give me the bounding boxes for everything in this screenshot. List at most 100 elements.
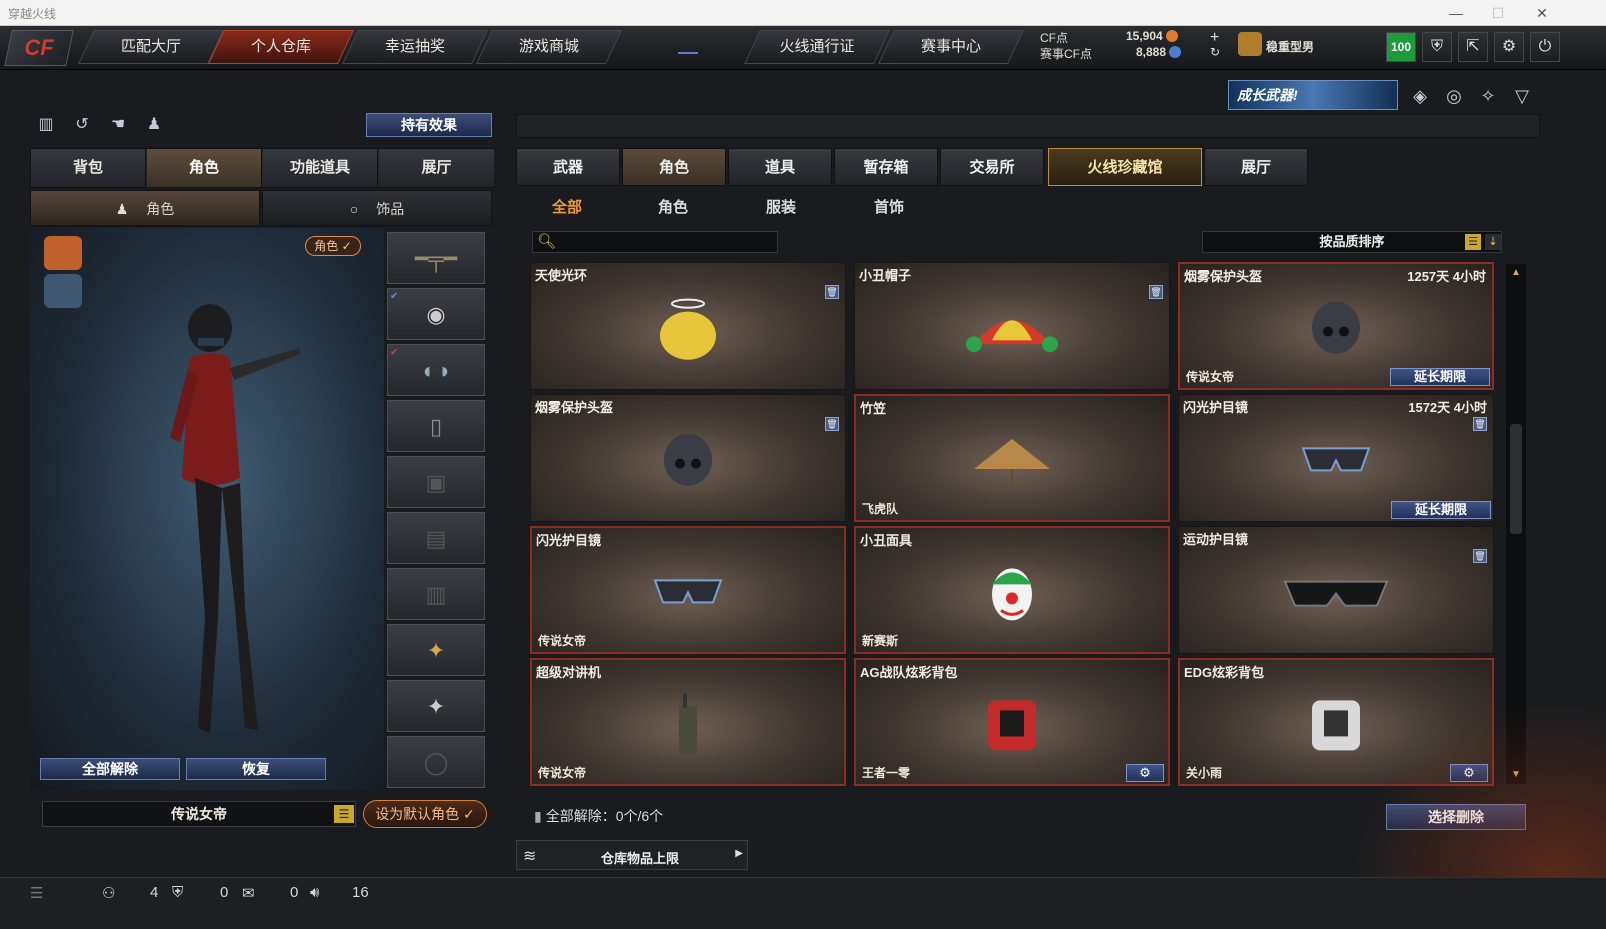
slot-radio[interactable]: ▯: [387, 400, 485, 452]
slot-vest[interactable]: ▤: [387, 512, 485, 564]
effects-button[interactable]: 持有效果: [366, 113, 492, 137]
trash-icon[interactable]: 🗑︎: [1473, 549, 1487, 563]
item-name: 运动护目镜: [1183, 532, 1249, 547]
subtab-accessories[interactable]: ○ 饰品: [262, 190, 492, 226]
character-badge[interactable]: 角色 ✓: [305, 236, 361, 256]
hand-icon[interactable]: ☚: [106, 113, 130, 137]
scroll-thumb[interactable]: [1510, 424, 1522, 534]
item-card[interactable]: 运动护目镜 🗑︎: [1178, 526, 1494, 654]
item-card[interactable]: 闪光护目镜 传说女帝: [530, 526, 846, 654]
trash-icon[interactable]: 🗑︎: [825, 417, 839, 431]
tab-showroom-right[interactable]: 展厅: [1204, 148, 1308, 186]
smoke-helmet-icon: [1312, 301, 1360, 354]
tab-character[interactable]: 角色: [147, 149, 262, 187]
clan-shield-icon[interactable]: ⛨: [172, 884, 183, 901]
maximize-button[interactable]: ☐: [1480, 2, 1516, 24]
growth-weapon-banner[interactable]: 成长武器!: [1228, 80, 1398, 110]
subtab-roles[interactable]: 角色: [658, 196, 688, 217]
nav-tab-warehouse[interactable]: 个人仓库: [208, 30, 354, 64]
item-card[interactable]: EDG炫彩背包 关小雨 ⚙: [1178, 658, 1494, 786]
sort-arrow-icon[interactable]: ⇣: [1485, 234, 1501, 250]
shield-icon[interactable]: ⛨: [1422, 32, 1452, 62]
trash-icon[interactable]: 🗑︎: [825, 285, 839, 299]
item-scrollbar[interactable]: ▲ ▼: [1506, 264, 1526, 784]
trash-icon[interactable]: 🗑︎: [1149, 285, 1163, 299]
stats-icon[interactable]: ▥: [34, 113, 58, 137]
nav-tab-events[interactable]: 赛事中心: [878, 30, 1024, 64]
volume-icon[interactable]: 🔊︎: [310, 884, 319, 901]
tab-items[interactable]: 道具: [728, 148, 832, 186]
slot-gold-emblem[interactable]: ✦: [387, 624, 485, 676]
hawk-emblem-icon[interactable]: [44, 236, 82, 270]
slot-pants[interactable]: ▥: [387, 568, 485, 620]
power-icon[interactable]: ⏻: [1530, 32, 1560, 62]
team-emblem-icon[interactable]: [44, 274, 82, 308]
nav-tab-lucky-draw[interactable]: 幸运抽奖: [342, 30, 488, 64]
list-icon[interactable]: ☰: [334, 805, 354, 823]
tab-collection[interactable]: 火线珍藏馆: [1048, 148, 1202, 186]
subtab-character[interactable]: ♟ 角色: [30, 190, 260, 226]
cf-logo[interactable]: CF: [4, 30, 74, 66]
extend-button[interactable]: 延长期限: [1391, 501, 1491, 519]
slot-goggles[interactable]: ✔ ◐◑: [387, 344, 485, 396]
item-card[interactable]: 天使光环 🗑︎: [530, 262, 846, 390]
gear-icon[interactable]: ⚙: [1494, 32, 1524, 62]
gear-icon[interactable]: ⚙: [1450, 764, 1488, 782]
item-card[interactable]: AG战队炫彩背包 王者一零 ⚙: [854, 658, 1170, 786]
scroll-up-icon[interactable]: ▲: [1508, 266, 1524, 280]
unequip-all-button[interactable]: 全部解除: [40, 758, 180, 780]
menu-icon[interactable]: ☰: [1465, 234, 1481, 250]
globe-icon[interactable]: ◎: [1440, 82, 1468, 110]
friends-icon[interactable]: ⚇: [102, 884, 115, 902]
subtab-all[interactable]: 全部: [552, 196, 582, 217]
tab-backpack[interactable]: 背包: [31, 149, 146, 187]
item-card[interactable]: 小丑面具 新赛斯: [854, 526, 1170, 654]
exit-room-icon[interactable]: ⇱: [1458, 32, 1488, 62]
item-card[interactable]: 超级对讲机 传说女帝: [530, 658, 846, 786]
tab-roles[interactable]: 角色: [622, 148, 726, 186]
refresh-icon[interactable]: ↻: [1210, 45, 1220, 59]
search-input[interactable]: 🔍︎: [532, 231, 778, 253]
wings-icon[interactable]: ▽: [1508, 82, 1536, 110]
subtab-clothing[interactable]: 服装: [766, 196, 796, 217]
item-card[interactable]: 闪光护目镜 1572天 4小时 🗑︎ 延长期限: [1178, 394, 1494, 522]
chat-icon[interactable]: ✉: [242, 884, 255, 902]
restore-button[interactable]: 恢复: [186, 758, 326, 780]
gear-icon[interactable]: ⚙: [1126, 764, 1164, 782]
extend-button[interactable]: 延长期限: [1390, 368, 1490, 386]
select-delete-button[interactable]: 选择删除: [1386, 804, 1526, 830]
character-preview[interactable]: [30, 228, 384, 790]
tab-storage[interactable]: 暂存箱: [834, 148, 938, 186]
unequip-summary[interactable]: ▮ 全部解除：0个/6个: [534, 806, 663, 826]
slot-silver-emblem[interactable]: ✦: [387, 680, 485, 732]
nav-tab-match-lobby[interactable]: 匹配大厅: [78, 30, 224, 64]
nav-tab-pass[interactable]: 火线通行证: [744, 30, 890, 64]
capacity-bar[interactable]: ≋ 仓库物品上限 ▶: [516, 840, 748, 870]
set-default-character-button[interactable]: 设为默认角色 ✓: [363, 800, 487, 828]
trash-icon[interactable]: 🗑︎: [1473, 417, 1487, 431]
item-card[interactable]: 烟雾保护头盔 🗑︎: [530, 394, 846, 522]
sort-dropdown[interactable]: 按品质排序 ☰ ⇣: [1202, 231, 1502, 253]
tab-showroom[interactable]: 展厅: [379, 149, 494, 187]
item-card[interactable]: 小丑帽子 🗑︎: [854, 262, 1170, 390]
slot-ring[interactable]: ◯: [387, 736, 485, 788]
slot-backpack[interactable]: ▣: [387, 456, 485, 508]
tab-exchange[interactable]: 交易所: [940, 148, 1044, 186]
menu-icon[interactable]: ☰: [30, 884, 43, 902]
bag-icon[interactable]: ♟: [142, 113, 166, 137]
item-card[interactable]: 烟雾保护头盔 1257天 4小时 传说女帝 延长期限: [1178, 262, 1494, 390]
slot-weapon[interactable]: ━╤━: [387, 232, 485, 284]
minimize-button[interactable]: —: [1438, 2, 1474, 24]
level-badge[interactable]: 100: [1386, 32, 1416, 62]
close-button[interactable]: ✕: [1524, 2, 1560, 24]
v-badge-icon[interactable]: ◈: [1406, 82, 1434, 110]
rotate-icon[interactable]: ↺: [70, 113, 94, 137]
subtab-jewelry[interactable]: 首饰: [874, 196, 904, 217]
tab-functional-items[interactable]: 功能道具: [263, 149, 378, 187]
feather-icon[interactable]: ✧: [1474, 82, 1502, 110]
tab-weapons[interactable]: 武器: [516, 148, 620, 186]
slot-helmet[interactable]: ✔ ◉: [387, 288, 485, 340]
item-card[interactable]: 竹笠 飞虎队: [854, 394, 1170, 522]
nav-tab-shop[interactable]: 游戏商城: [476, 30, 622, 64]
scroll-down-icon[interactable]: ▼: [1508, 768, 1524, 782]
